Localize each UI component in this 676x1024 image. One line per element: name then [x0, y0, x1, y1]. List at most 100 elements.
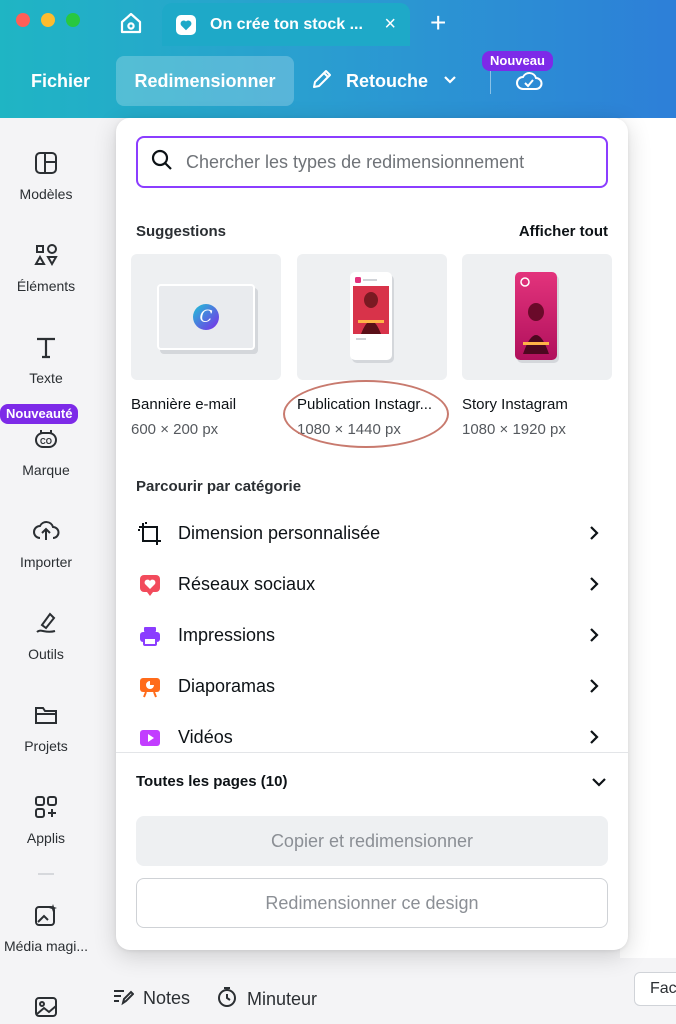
suggestion-thumbnail [462, 254, 612, 380]
sidebar-item-applis[interactable]: Applis [0, 792, 92, 846]
magic-media-icon [31, 900, 61, 930]
heart-icon [176, 14, 196, 35]
pen-tool-icon [31, 608, 61, 638]
resize-dropdown-panel: Suggestions Afficher tout C Bannière e-m… [116, 118, 628, 950]
minimize-window-button[interactable] [41, 13, 55, 27]
notes-icon [112, 986, 135, 1011]
browser-tab[interactable]: On crée ton stock ... × [162, 3, 410, 46]
presentation-icon [136, 673, 164, 701]
editor-toolbar: Fichier Redimensionner Retouche [0, 46, 676, 118]
tab-close-icon[interactable]: × [384, 14, 396, 34]
sidebar-item-importer[interactable]: Importer [0, 516, 92, 570]
suggestion-dimensions: 1080 × 1920 px [462, 421, 566, 438]
sidebar-item-label: Outils [28, 646, 64, 662]
maximize-window-button[interactable] [66, 13, 80, 27]
canva-logo-icon: C [193, 304, 219, 330]
file-menu-button[interactable]: Fichier [16, 56, 105, 106]
custom-size-icon [136, 520, 164, 548]
svg-text:CO: CO [40, 437, 52, 446]
left-sidebar: Modèles Éléments Texte CO Marque Nouveau… [0, 118, 92, 1024]
sidebar-item-label: Projets [24, 738, 68, 754]
bottom-bar: Notes Minuteur Fac [92, 972, 676, 1024]
design-page[interactable] [620, 118, 676, 958]
notes-label: Notes [143, 988, 191, 1008]
suggestion-thumbnail [297, 254, 447, 380]
sidebar-item-media-magique[interactable]: Média magi... [0, 900, 92, 954]
category-label: Dimension personnalisée [178, 523, 381, 543]
chevron-down-icon [590, 773, 608, 796]
search-icon [150, 148, 174, 177]
category-label: Réseaux sociaux [178, 574, 316, 594]
instagram-story-preview [515, 272, 557, 360]
brand-icon: CO [31, 424, 61, 454]
category-item-social-media[interactable]: Réseaux sociaux [136, 559, 608, 610]
all-pages-selector[interactable]: Toutes les pages (10) [116, 752, 628, 812]
nouveau-badge: Nouveau [482, 51, 553, 71]
resize-search-box[interactable] [136, 136, 608, 188]
category-item-prints[interactable]: Impressions [136, 610, 608, 661]
chevron-down-icon [442, 71, 458, 92]
timer-button[interactable]: Minuteur [216, 986, 317, 1013]
all-pages-label: Toutes les pages (10) [136, 773, 288, 790]
chevron-right-icon [586, 626, 602, 649]
image-icon [31, 992, 61, 1022]
toolbar-divider [490, 70, 491, 94]
suggestion-dimensions: 600 × 200 px [131, 421, 219, 438]
sidebar-item-texte[interactable]: Texte [0, 332, 92, 386]
suggestions-heading: Suggestions [136, 223, 227, 240]
sidebar-item-label: Importer [19, 554, 73, 570]
suggestion-card-email-banner[interactable]: C Bannière e-mail 600 × 200 px [131, 254, 281, 438]
video-icon [136, 724, 164, 752]
sidebar-item-marque[interactable]: CO Marque [0, 424, 92, 478]
printer-icon [136, 622, 164, 650]
sidebar-item-photos[interactable] [0, 992, 92, 1022]
sidebar-item-modeles[interactable]: Modèles [0, 148, 92, 202]
suggestion-name: Bannière e-mail [131, 396, 237, 413]
notes-button[interactable]: Notes [112, 986, 190, 1011]
sidebar-item-elements[interactable]: Éléments [0, 240, 92, 294]
sidebar-item-label: Marque [22, 462, 70, 478]
suggestion-thumbnail: C [131, 254, 281, 380]
copy-and-resize-button[interactable]: Copier et redimensionner [136, 816, 608, 866]
show-all-link[interactable]: Afficher tout [519, 223, 608, 240]
folder-icon [31, 700, 61, 730]
chevron-right-icon [586, 524, 602, 547]
tab-title: On crée ton stock ... [210, 15, 363, 33]
social-heart-icon [136, 571, 164, 599]
shapes-icon [31, 240, 61, 270]
new-tab-button[interactable]: + [430, 9, 446, 37]
highlight-annotation-circle [283, 380, 449, 448]
search-input[interactable] [186, 151, 586, 173]
retouche-label: Retouche [346, 70, 429, 91]
resize-this-design-button[interactable]: Redimensionner ce design [136, 878, 608, 928]
text-icon [31, 332, 61, 362]
timer-icon [216, 986, 238, 1013]
pencil-icon [310, 67, 334, 96]
nouveaute-badge: Nouveauté [0, 404, 79, 424]
sidebar-item-label: Média magi... [3, 938, 89, 954]
sidebar-item-label: Applis [26, 830, 66, 846]
category-item-custom-size[interactable]: Dimension personnalisée [136, 508, 608, 559]
timer-label: Minuteur [247, 989, 318, 1009]
chevron-right-icon [586, 728, 602, 751]
upload-cloud-icon [31, 516, 61, 546]
sidebar-item-label: Éléments [16, 278, 76, 294]
category-label: Diaporamas [178, 676, 276, 696]
sidebar-divider [38, 873, 54, 875]
retouche-menu-button[interactable]: Retouche [310, 56, 458, 106]
browser-titlebar: On crée ton stock ... × + [0, 0, 676, 46]
close-window-button[interactable] [16, 13, 30, 27]
sidebar-item-projets[interactable]: Projets [0, 700, 92, 754]
category-label: Vidéos [178, 727, 233, 747]
apps-icon [31, 792, 61, 822]
suggestion-card-instagram-story[interactable]: Story Instagram 1080 × 1920 px [462, 254, 612, 438]
chevron-right-icon [586, 575, 602, 598]
home-icon[interactable] [114, 8, 148, 38]
suggestion-name: Story Instagram [462, 396, 568, 413]
resize-menu-button[interactable]: Redimensionner [116, 56, 294, 106]
category-item-presentations[interactable]: Diaporamas [136, 661, 608, 712]
category-label: Impressions [178, 625, 276, 645]
email-banner-preview: C [157, 284, 255, 350]
facebook-button[interactable]: Fac [634, 972, 676, 1006]
sidebar-item-outils[interactable]: Outils [0, 608, 92, 662]
